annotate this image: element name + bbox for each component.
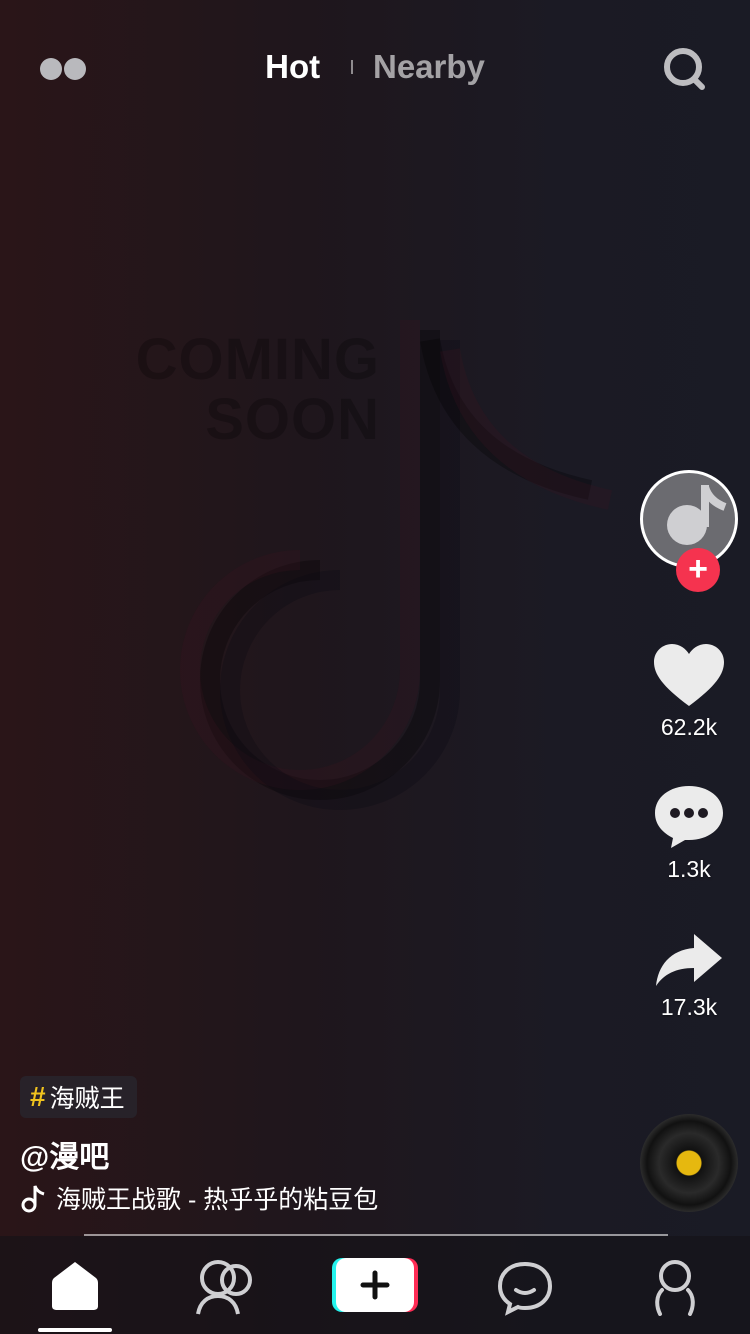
home-icon[interactable] (40, 1256, 110, 1316)
create-button[interactable] (332, 1256, 418, 1314)
music-disc-icon[interactable] (640, 1114, 738, 1212)
tab-divider (350, 60, 353, 74)
feed-tabs: Hot Nearby (0, 48, 750, 86)
coming-soon-watermark: COMING SOON (100, 300, 640, 820)
messages-icon[interactable] (490, 1256, 560, 1316)
tab-nearby[interactable]: Nearby (373, 48, 485, 86)
hashtag-label: 海贼王 (49, 1085, 125, 1113)
friends-icon[interactable] (190, 1256, 260, 1316)
like-action[interactable]: 62.2k (630, 642, 748, 741)
search-icon[interactable] (662, 46, 708, 92)
tab-hot[interactable]: Hot (265, 48, 320, 86)
hashtag-icon: # (30, 1081, 46, 1112)
comment-count: 1.3k (667, 856, 711, 882)
share-count: 17.3k (660, 994, 718, 1020)
bottom-nav (0, 1236, 750, 1334)
music-marquee[interactable]: 海贼王战歌 - 热乎乎的粘豆包 (20, 1180, 410, 1216)
active-tab-indicator (38, 1328, 112, 1332)
share-action[interactable]: 17.3k (630, 932, 748, 1021)
top-bar: Hot Nearby (0, 40, 750, 96)
comment-icon[interactable] (653, 782, 725, 850)
hashtag-chip[interactable]: # 海贼王 (20, 1076, 137, 1118)
share-arrow-icon[interactable] (654, 932, 724, 988)
heart-icon[interactable] (652, 642, 726, 708)
video-feed-screen[interactable]: COMING SOON Hot Nearby + 62.2k 1.3k 17.3… (0, 0, 750, 1334)
tiktok-note-icon (21, 1185, 45, 1213)
creator-username[interactable]: @漫吧 (20, 1132, 109, 1176)
profile-icon[interactable] (640, 1256, 710, 1316)
like-count: 62.2k (660, 714, 718, 740)
watermark-line2: SOON (205, 387, 380, 452)
comment-action[interactable]: 1.3k (630, 782, 748, 883)
song-title: 海贼王战歌 - 热乎乎的粘豆包 (56, 1186, 379, 1214)
follow-button[interactable]: + (676, 548, 720, 592)
creator-avatar-group: + (640, 470, 738, 596)
watermark-line1: COMING (135, 327, 380, 392)
